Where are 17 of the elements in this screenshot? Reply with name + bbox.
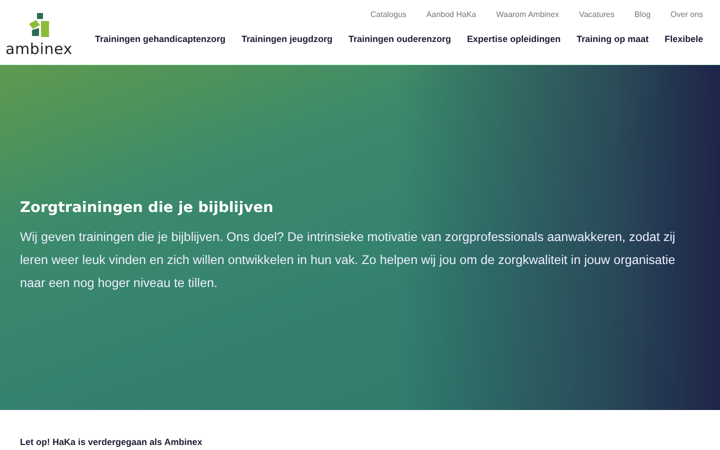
hero-text: Wij geven trainingen die je bijblijven. Ons doel? De intrinsieke motivatie van zorgprofessionals aanwakkeren, zodat zij leren weer leuk vinden en zich willen ontwikkelen in hun vak. Zo helpen wij jou om de zorgkwaliteit in jouw organisatie naar een nog hoger niveau te tillen. xyxy=(20,229,676,292)
top-link[interactable]: Waarom Ambinex xyxy=(496,10,560,30)
top-link[interactable]: Blog xyxy=(634,10,651,30)
nav-link[interactable]: Trainingen gehandicaptenzorg xyxy=(95,34,226,44)
logo-text[interactable]: ambinex xyxy=(6,40,72,58)
notice-title: Let op! HaKa is verdergegaan als Ambinex xyxy=(20,437,202,447)
hero-title: Zorgtrainingen die je bijblijven xyxy=(20,200,274,216)
top-link[interactable]: Over ons xyxy=(670,10,703,30)
nav-link[interactable]: Trainingen ouderenzorg xyxy=(348,34,452,44)
top-link[interactable]: Catalogus xyxy=(370,10,406,30)
nav-link[interactable]: Expertise opleidingen xyxy=(467,34,561,44)
nav-link[interactable]: Training op maat xyxy=(576,34,649,44)
nav-link[interactable]: Flexibele xyxy=(664,34,704,44)
nav-link[interactable]: Trainingen jeugdzorg xyxy=(242,34,333,44)
top-link[interactable]: Aanbod HaKa xyxy=(426,10,476,30)
logo-icon xyxy=(28,12,50,38)
top-link[interactable]: Vacatures xyxy=(579,10,615,30)
